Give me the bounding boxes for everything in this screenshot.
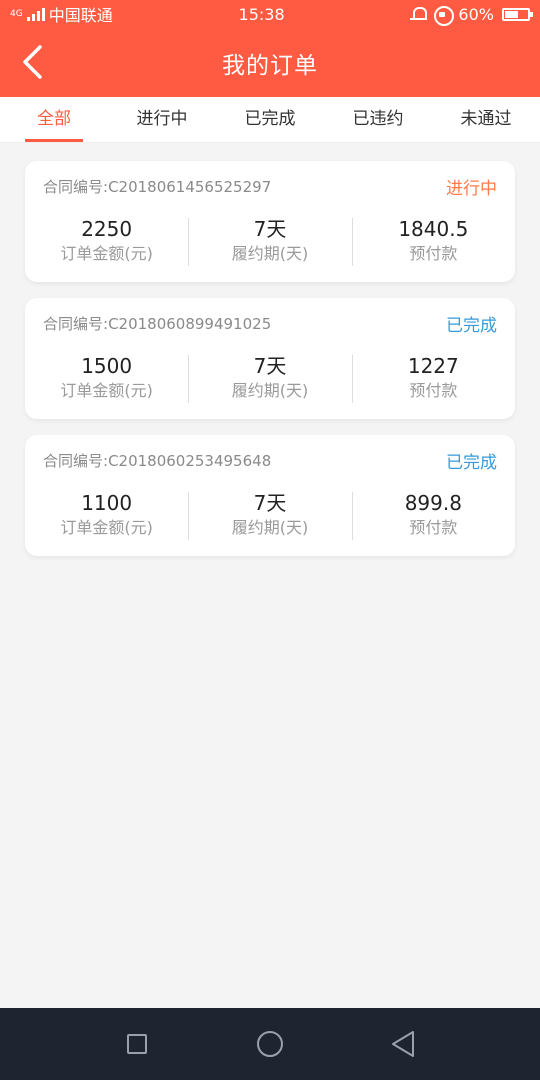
square-icon bbox=[126, 1034, 147, 1054]
order-header: 合同编号:C2018060253495648 已完成 bbox=[25, 435, 515, 485]
order-list: 合同编号:C2018061456525297 进行中 2250 订单金额(元) … bbox=[0, 143, 540, 556]
prepay-label: 预付款 bbox=[409, 381, 458, 400]
back-nav-button[interactable] bbox=[383, 1024, 423, 1064]
battery-percent: 60% bbox=[458, 4, 494, 24]
header: 我的订单 bbox=[0, 28, 540, 97]
stat-period: 7天 履约期(天) bbox=[188, 216, 351, 266]
top-area: 4G 中国联通 15:38 60% 我的订单 bbox=[0, 0, 540, 97]
status-left: 4G 中国联通 bbox=[10, 2, 113, 26]
order-stats: 1500 订单金额(元) 7天 履约期(天) 1227 预付款 bbox=[25, 348, 515, 408]
rotation-lock-icon bbox=[434, 6, 455, 26]
stat-prepay: 1840.5 预付款 bbox=[351, 216, 515, 266]
amount-label: 订单金额(元) bbox=[60, 381, 153, 400]
amount-value: 2250 bbox=[81, 217, 133, 241]
amount-value: 1500 bbox=[81, 354, 133, 378]
chevron-left-icon bbox=[23, 45, 42, 79]
prepay-label: 预付款 bbox=[409, 518, 458, 537]
contract-label: 合同编号: bbox=[43, 314, 109, 333]
back-button[interactable] bbox=[8, 38, 56, 86]
status-badge: 进行中 bbox=[446, 178, 497, 199]
stat-prepay: 899.8 预付款 bbox=[351, 490, 515, 540]
circle-icon bbox=[256, 1031, 283, 1057]
battery-icon bbox=[501, 7, 533, 21]
contract-number: 合同编号:C2018060899491025 bbox=[43, 313, 271, 334]
tab-1[interactable]: 进行中 bbox=[108, 97, 216, 142]
tab-4[interactable]: 未通过 bbox=[432, 97, 540, 142]
status-badge: 已完成 bbox=[446, 452, 497, 473]
page-title: 我的订单 bbox=[222, 52, 318, 79]
stat-amount: 2250 订单金额(元) bbox=[25, 216, 188, 266]
home-button[interactable] bbox=[250, 1024, 290, 1064]
recent-apps-button[interactable] bbox=[117, 1024, 157, 1064]
period-value: 7天 bbox=[253, 354, 287, 378]
order-stats: 1100 订单金额(元) 7天 履约期(天) 899.8 预付款 bbox=[25, 485, 515, 545]
period-label: 履约期(天) bbox=[231, 518, 309, 537]
stat-prepay: 1227 预付款 bbox=[351, 353, 515, 403]
order-card[interactable]: 合同编号:C2018061456525297 进行中 2250 订单金额(元) … bbox=[25, 161, 515, 282]
contract-label: 合同编号: bbox=[43, 177, 109, 196]
order-header: 合同编号:C2018061456525297 进行中 bbox=[25, 161, 515, 211]
system-nav-bar bbox=[0, 1008, 540, 1080]
stat-amount: 1100 订单金额(元) bbox=[25, 490, 188, 540]
amount-label: 订单金额(元) bbox=[60, 244, 153, 263]
contract-value: C2018061456525297 bbox=[108, 177, 272, 196]
contract-number: 合同编号:C2018061456525297 bbox=[43, 176, 271, 197]
prepay-value: 1840.5 bbox=[398, 217, 469, 241]
tab-2[interactable]: 已完成 bbox=[216, 97, 324, 142]
battery-fill bbox=[504, 10, 519, 18]
status-badge: 已完成 bbox=[446, 315, 497, 336]
stat-amount: 1500 订单金额(元) bbox=[25, 353, 188, 403]
network-label: 4G bbox=[10, 8, 23, 19]
order-stats: 2250 订单金额(元) 7天 履约期(天) 1840.5 预付款 bbox=[25, 211, 515, 271]
tab-bar: 全部 进行中 已完成 已违约 未通过 bbox=[0, 97, 540, 143]
amount-label: 订单金额(元) bbox=[60, 518, 153, 537]
prepay-value: 899.8 bbox=[404, 491, 462, 515]
status-right: 60% bbox=[410, 4, 533, 26]
contract-number: 合同编号:C2018060253495648 bbox=[43, 450, 271, 471]
order-card[interactable]: 合同编号:C2018060253495648 已完成 1100 订单金额(元) … bbox=[25, 435, 515, 556]
order-card[interactable]: 合同编号:C2018060899491025 已完成 1500 订单金额(元) … bbox=[25, 298, 515, 419]
stat-period: 7天 履约期(天) bbox=[188, 490, 351, 540]
contract-label: 合同编号: bbox=[43, 451, 109, 470]
tab-3[interactable]: 已违约 bbox=[324, 97, 432, 142]
period-value: 7天 bbox=[253, 491, 287, 515]
signal-icon bbox=[26, 7, 45, 21]
status-bar: 4G 中国联通 15:38 60% bbox=[0, 0, 540, 28]
order-header: 合同编号:C2018060899491025 已完成 bbox=[25, 298, 515, 348]
mute-bell-icon bbox=[410, 6, 428, 22]
period-value: 7天 bbox=[253, 217, 287, 241]
prepay-value: 1227 bbox=[407, 354, 459, 378]
status-time: 15:38 bbox=[238, 4, 285, 24]
stat-period: 7天 履约期(天) bbox=[188, 353, 351, 403]
carrier-name: 中国联通 bbox=[48, 6, 113, 25]
prepay-label: 预付款 bbox=[409, 244, 458, 263]
contract-value: C2018060253495648 bbox=[108, 451, 272, 470]
contract-value: C2018060899491025 bbox=[108, 314, 272, 333]
period-label: 履约期(天) bbox=[231, 381, 309, 400]
period-label: 履约期(天) bbox=[231, 244, 309, 263]
tab-0[interactable]: 全部 bbox=[0, 97, 108, 142]
amount-value: 1100 bbox=[81, 491, 133, 515]
triangle-back-icon bbox=[392, 1031, 415, 1057]
